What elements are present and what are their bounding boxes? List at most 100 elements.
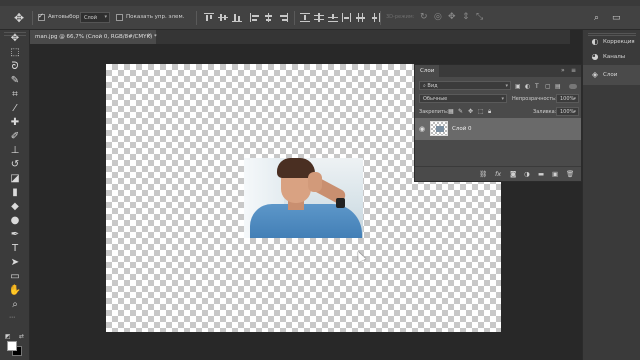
more-tools-icon[interactable]: ⋯ <box>9 314 15 321</box>
opacity-field[interactable]: 100% ▾ <box>556 94 579 103</box>
distribute-right-icon[interactable] <box>370 13 380 22</box>
right-dock: ◐ Коррекция ◕ Каналы ◈ Слои <box>582 30 640 360</box>
filter-toggle[interactable] <box>569 84 577 89</box>
autoselect-checkbox[interactable] <box>38 12 45 21</box>
folder-icon[interactable]: ▬ <box>538 170 544 178</box>
align-right-icon[interactable] <box>278 13 288 22</box>
lock-label: Закрепить: <box>419 109 449 115</box>
fill-field[interactable]: 100% ▾ <box>556 107 579 116</box>
adjustment-icon[interactable]: ◑ <box>524 170 530 178</box>
lock-position-icon[interactable]: ✥ <box>468 108 473 115</box>
scale3d-icon[interactable]: ⤡ <box>476 12 483 22</box>
clone-stamp-tool-icon[interactable]: ⊥ <box>7 145 23 157</box>
filter-shape-icon[interactable]: ▢ <box>545 83 551 90</box>
gradient-tool-icon[interactable]: ▮ <box>7 187 23 199</box>
eyedropper-tool-icon[interactable]: ⁄ <box>7 103 23 115</box>
move-tool-icon[interactable]: ✥ <box>7 33 23 45</box>
align-vcenter-icon[interactable] <box>218 13 228 22</box>
crop-tool-icon[interactable]: ⌗ <box>7 89 23 101</box>
blend-row: Обычные ▾ Непрозрачность: 100% ▾ <box>415 94 581 106</box>
zoom-tool-icon[interactable]: ⌕ <box>7 299 23 311</box>
dodge-tool-icon[interactable]: ● <box>7 215 23 227</box>
workspace-icon[interactable]: ▭ <box>612 13 621 23</box>
align-bottom-icon[interactable] <box>232 13 242 22</box>
move-tool-icon[interactable]: ✥ <box>12 11 26 25</box>
blur-tool-icon[interactable]: ◆ <box>7 201 23 213</box>
lock-transparency-icon[interactable]: ▦ <box>448 108 454 115</box>
fill-label: Заливка: <box>533 109 557 115</box>
adjustments-icon: ◐ <box>591 37 599 46</box>
document-tab[interactable]: man.jpg @ 66,7% (Слой 0, RGB/8#/CMYK) * … <box>30 30 157 44</box>
filter-type-icon[interactable]: T <box>535 83 539 90</box>
layers-panel: Слои » ≡ ⌕ Вид ▾ ▣ ◐ T ▢ ▤ Обычные ▾ Неп… <box>414 64 582 182</box>
distribute-top-icon[interactable] <box>300 13 310 22</box>
layer-name[interactable]: Слой 0 <box>452 126 472 132</box>
filter-kind-dropdown[interactable]: ⌕ Вид ▾ <box>419 81 511 90</box>
healing-brush-tool-icon[interactable]: ✚ <box>7 117 23 129</box>
dock-item-channels[interactable]: ◕ Каналы <box>583 47 640 67</box>
divider <box>380 11 381 25</box>
pen-tool-icon[interactable]: ✒ <box>7 229 23 241</box>
document-tab-title: man.jpg @ 66,7% (Слой 0, RGB/8#/CMYK) * <box>35 34 157 40</box>
foreground-color-swatch[interactable] <box>7 341 17 351</box>
swap-colors-icon[interactable]: ⇄ <box>19 333 24 340</box>
layer-thumbnail <box>430 121 448 136</box>
chevron-down-icon: ▾ <box>104 14 107 20</box>
show-controls-checkbox[interactable] <box>116 14 123 21</box>
slide3d-icon[interactable]: ⇕ <box>462 12 470 22</box>
eraser-tool-icon[interactable]: ◪ <box>7 173 23 185</box>
marquee-tool-icon[interactable]: ⬚ <box>7 47 23 59</box>
link-icon[interactable]: ⛓ <box>479 170 487 178</box>
filter-kind-value: Вид <box>427 83 438 89</box>
hand-tool-icon[interactable]: ✋ <box>7 285 23 297</box>
collapse-icon[interactable]: » <box>561 67 565 74</box>
align-top-icon[interactable] <box>204 13 214 22</box>
filter-smart-icon[interactable]: ▤ <box>555 83 561 90</box>
quick-select-tool-icon[interactable]: ✎ <box>7 75 23 87</box>
fx-icon[interactable]: fx <box>495 170 501 178</box>
divider <box>294 11 295 25</box>
drag3d-icon[interactable]: ✥ <box>448 12 456 22</box>
divider <box>196 11 197 25</box>
type-tool-icon[interactable]: T <box>7 243 23 255</box>
distribute-left-icon[interactable] <box>342 13 352 22</box>
mask-icon[interactable]: ◙ <box>510 170 516 178</box>
blend-mode-dropdown[interactable]: Обычные ▾ <box>419 94 507 103</box>
distribute-vcenter-icon[interactable] <box>314 13 324 22</box>
path-select-tool-icon[interactable]: ➤ <box>7 257 23 269</box>
distribute-hcenter-icon[interactable] <box>356 13 366 22</box>
close-icon[interactable]: × <box>147 33 152 39</box>
new-layer-icon[interactable]: ▣ <box>552 170 558 178</box>
default-colors-icon[interactable]: ◩ <box>5 333 11 340</box>
align-left-icon[interactable] <box>250 13 260 22</box>
history-brush-tool-icon[interactable]: ↺ <box>7 159 23 171</box>
rotate3d-icon[interactable]: ↻ <box>420 12 428 22</box>
dock-item-layers[interactable]: ◈ Слои <box>583 65 640 85</box>
lock-all-icon[interactable]: 🔒︎ <box>488 108 491 116</box>
layers-footer: ⛓ fx ◙ ◑ ▬ ▣ 🗑︎ <box>415 166 581 181</box>
search-icon[interactable]: ⌕ <box>594 13 599 23</box>
options-bar: ✥ Автовыбор: Слой ▾ Показать упр. элем. … <box>0 6 640 30</box>
layers-filter-row: ⌕ Вид ▾ ▣ ◐ T ▢ ▤ <box>415 81 581 93</box>
layer-row[interactable]: ◉ Слой 0 <box>415 118 581 140</box>
panel-menu-icon[interactable]: ≡ <box>571 67 576 74</box>
chevron-down-icon: ▾ <box>505 83 508 89</box>
lock-artboard-icon[interactable]: ⬚ <box>478 108 484 115</box>
distribute-bottom-icon[interactable] <box>328 13 338 22</box>
document-tab-bar: man.jpg @ 66,7% (Слой 0, RGB/8#/CMYK) * … <box>30 30 570 44</box>
layers-panel-title[interactable]: Слои <box>415 65 440 77</box>
brush-tool-icon[interactable]: ✐ <box>7 131 23 143</box>
layer-image-man[interactable] <box>244 158 363 238</box>
lasso-tool-icon[interactable]: ᘐ <box>7 61 23 73</box>
fill-value: 100% <box>560 109 575 115</box>
filter-adjustment-icon[interactable]: ◐ <box>525 83 530 90</box>
shape-tool-icon[interactable]: ▭ <box>7 271 23 283</box>
align-hcenter-icon[interactable] <box>264 13 274 22</box>
autoselect-dropdown[interactable]: Слой ▾ <box>80 12 110 23</box>
roll3d-icon[interactable]: ◎ <box>434 12 442 22</box>
mode3d-label: 3D-режим: <box>386 14 415 20</box>
eye-icon[interactable]: ◉ <box>419 125 425 133</box>
trash-icon[interactable]: 🗑︎ <box>566 170 574 178</box>
lock-pixels-icon[interactable]: ✎ <box>458 108 463 115</box>
filter-pixel-icon[interactable]: ▣ <box>515 83 521 90</box>
